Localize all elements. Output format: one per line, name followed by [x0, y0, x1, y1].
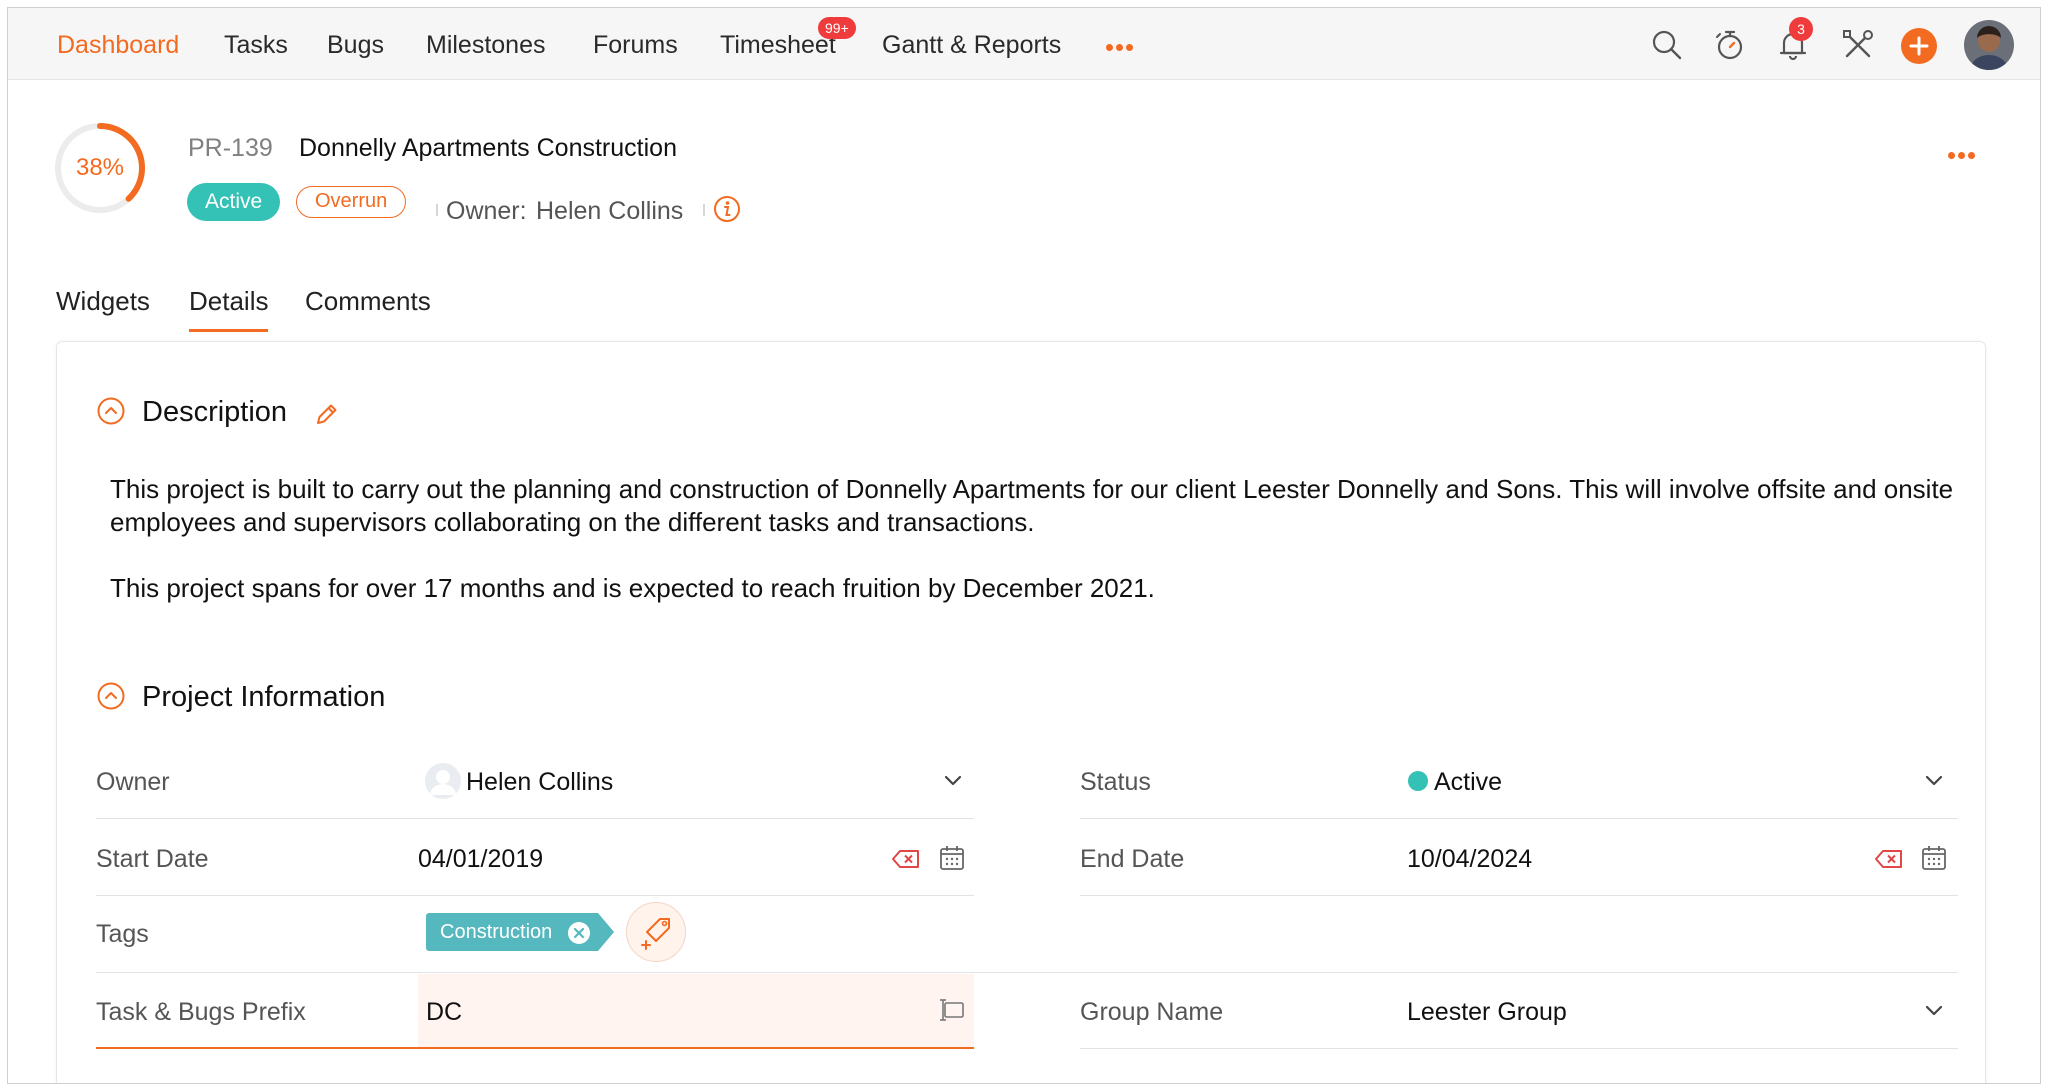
nav-more-icon[interactable] [1106, 38, 1136, 56]
tools-icon[interactable] [1839, 26, 1877, 64]
clear-icon[interactable] [1874, 848, 1904, 870]
chevron-up-icon[interactable] [96, 681, 126, 711]
nav-dashboard[interactable]: Dashboard [57, 30, 179, 60]
user-avatar[interactable] [1964, 20, 2014, 70]
project-information-title: Project Information [142, 681, 386, 713]
app-window: Dashboard Tasks Bugs Milestones Forums T… [7, 7, 2041, 1084]
field-divider [1080, 818, 1958, 819]
field-divider [96, 818, 974, 819]
nav-timesheet[interactable]: Timesheet [720, 30, 836, 60]
status-badge[interactable]: Active [187, 183, 281, 221]
start-date-label: Start Date [96, 845, 209, 873]
tag-add-icon [641, 918, 670, 950]
project-more-icon[interactable] [1948, 146, 1978, 164]
info-icon[interactable] [712, 194, 742, 224]
nav-tasks[interactable]: Tasks [224, 30, 288, 60]
start-date-input[interactable]: 04/01/2019 [418, 844, 543, 874]
owner-avatar-icon [425, 763, 461, 799]
description-paragraph: This project is built to carry out the p… [110, 474, 1954, 537]
project-title: Donnelly Apartments Construction [299, 134, 677, 162]
owner-field-label: Owner [96, 768, 170, 796]
field-focus-underline [96, 1047, 974, 1049]
search-icon[interactable] [1648, 26, 1686, 64]
field-divider [1080, 895, 1958, 896]
owner-name: Helen Collins [536, 197, 684, 225]
owner-select[interactable]: Helen Collins [466, 767, 613, 797]
nav-forums[interactable]: Forums [593, 30, 678, 60]
status-dot [1408, 771, 1428, 791]
close-icon [573, 927, 585, 939]
description-paragraph: This project spans for over 17 months an… [110, 573, 1155, 603]
status-select[interactable]: Active [1434, 767, 1502, 797]
chevron-down-icon[interactable] [940, 768, 966, 794]
field-divider [1080, 1048, 1958, 1049]
end-date-input[interactable]: 10/04/2024 [1407, 844, 1532, 874]
field-divider [96, 972, 1958, 973]
plus-icon [1909, 36, 1929, 56]
project-id: PR-139 [188, 134, 273, 162]
chevron-down-icon[interactable] [1921, 768, 1947, 794]
tab-details[interactable]: Details [189, 285, 269, 332]
chevron-up-icon[interactable] [96, 396, 126, 426]
divider [703, 204, 705, 216]
nav-milestones[interactable]: Milestones [426, 30, 546, 60]
text-cursor-icon [940, 999, 964, 1021]
progress-percentage: 38% [75, 154, 125, 181]
overrun-badge: Overrun [296, 186, 407, 218]
prefix-input[interactable]: DC [426, 997, 462, 1027]
clear-icon[interactable] [891, 848, 921, 870]
owner-label: Owner: [446, 197, 527, 225]
avatar-image [1964, 20, 2014, 70]
field-divider [96, 895, 974, 896]
nav-bugs[interactable]: Bugs [327, 30, 384, 60]
tab-widgets[interactable]: Widgets [56, 285, 150, 317]
end-date-label: End Date [1080, 845, 1185, 873]
prefix-label: Task & Bugs Prefix [96, 998, 306, 1026]
timesheet-badge: 99+ [818, 17, 856, 39]
group-name-select[interactable]: Leester Group [1407, 997, 1567, 1027]
chevron-down-icon[interactable] [1921, 998, 1947, 1024]
tags-label: Tags [96, 920, 149, 948]
tab-comments[interactable]: Comments [305, 285, 431, 317]
description-title: Description [142, 396, 288, 428]
divider [436, 204, 438, 216]
calendar-icon[interactable] [1920, 844, 1948, 872]
pencil-icon[interactable] [312, 401, 340, 429]
stopwatch-icon[interactable] [1711, 26, 1749, 64]
status-field-label: Status [1080, 768, 1151, 796]
nav-gantt-reports[interactable]: Gantt & Reports [882, 30, 1061, 60]
group-name-label: Group Name [1080, 998, 1224, 1026]
add-button[interactable] [1901, 28, 1937, 64]
tag-remove-button[interactable] [568, 922, 590, 944]
top-nav: Dashboard Tasks Bugs Milestones Forums T… [8, 8, 2040, 80]
prefix-input-box[interactable] [418, 974, 974, 1048]
add-tag-button[interactable] [626, 902, 686, 962]
calendar-icon[interactable] [938, 844, 966, 872]
notification-count-badge: 3 [1789, 17, 1813, 41]
